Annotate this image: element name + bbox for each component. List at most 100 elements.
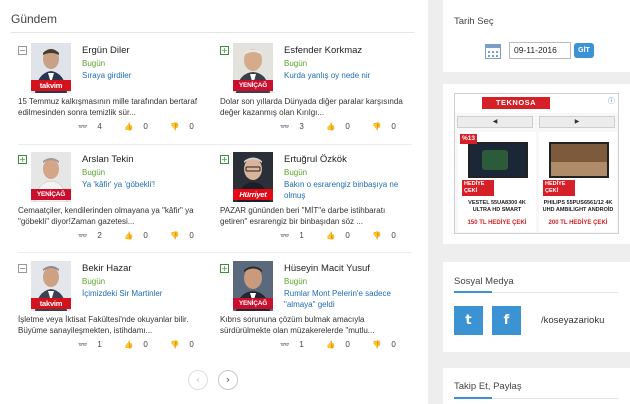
view-count: 1 [97,340,102,349]
ad-product-card[interactable]: HEDİYE ÇEKİ PHILIPS 55PUS6561/12 4K UHD … [539,132,617,232]
teknosa-logo[interactable]: TEKNOSA [482,97,550,109]
article-stats: 👓 2 👍 0 👎 0 [78,231,214,240]
thumbs-down-icon[interactable]: 👎 [372,122,381,131]
thumbs-down-icon[interactable]: 👎 [170,122,179,131]
ad-info-icon[interactable]: ⓘ [608,96,615,106]
expand-icon[interactable]: + [220,46,229,55]
dislike-count: 0 [189,122,194,131]
like-count: 0 [143,231,148,240]
dislike-count: 0 [189,231,194,240]
ad-product-card[interactable]: %13 HEDİYE ÇEKİ VESTEL 55UA8300 4K ULTRA… [458,132,536,232]
dislike-count: 0 [189,340,194,349]
expand-icon[interactable]: + [220,264,229,273]
view-count: 1 [299,340,304,349]
thumbs-up-icon[interactable]: 👍 [124,122,133,131]
view-count: 2 [97,231,102,240]
product-name: PHILIPS 55PUS6561/12 4K UHD AMBILIGHT AN… [542,200,614,213]
publish-date: Bugün [284,277,308,286]
article-summary: Kıbrıs sorununa çözüm bulmak amacıyla sü… [220,315,375,335]
section-title: Gündem [11,12,58,26]
newspaper-logo: YENİÇAĞ [31,189,71,200]
product-offer: 200 TL HEDİYE ÇEKİ [548,220,608,226]
columnist-card[interactable]: − takvim Ergün Diler Bugün Sıraya girdil… [18,43,210,143]
ad-prev-arrow[interactable]: ◀ [457,116,533,128]
like-count: 0 [143,122,148,131]
ad-header: TEKNOSA ⓘ [455,94,618,113]
publish-date: Bugün [82,277,106,286]
article-stats: 👓 1 👍 0 👎 0 [78,340,214,349]
newspaper-logo: takvim [31,298,71,309]
calendar-icon[interactable] [485,44,501,59]
columnist-card[interactable]: + YENİÇAĞ Hüseyin Macit Yusuf Bugün Ruml… [220,261,412,361]
dislike-count: 0 [391,231,396,240]
thumbs-up-icon[interactable]: 👍 [124,340,133,349]
author-name[interactable]: Esfender Korkmaz [284,45,362,56]
gift-voucher-badge: HEDİYE ÇEKİ [462,180,494,196]
thumbs-up-icon[interactable]: 👍 [326,231,335,240]
columnist-card[interactable]: − takvim Bekir Hazar Bugün İçimizdeki Si… [18,261,210,361]
article-headline[interactable]: Bakın o esrarengiz binbaşıya ne olmuş [284,179,410,201]
author-name[interactable]: Arslan Tekin [82,154,134,165]
thumbs-down-icon[interactable]: 👎 [170,231,179,240]
collapse-icon[interactable]: − [18,264,27,273]
pager-prev-button[interactable]: ‹ [188,370,208,390]
article-summary: PAZAR gününden beri "MİT"e darbe istihba… [220,206,386,226]
social-handle[interactable]: /koseyazarioku [541,315,604,326]
expand-icon[interactable]: + [18,155,27,164]
article-headline[interactable]: İçimizdeki Sir Martinler [82,288,208,299]
article-summary: İşletme veya İktisat Fakültesi'nde okuya… [18,315,189,335]
views-icon: 👓 [280,340,290,349]
like-count: 0 [345,231,350,240]
views-icon: 👓 [280,231,290,240]
ad-panel: TEKNOSA ⓘ ◀ ▶ %13 HEDİYE ÇEKİ VESTEL 55U… [443,84,630,244]
thumbs-up-icon[interactable]: 👍 [124,231,133,240]
go-button[interactable]: GİT [574,43,594,58]
view-count: 4 [97,122,102,131]
social-media-panel: Sosyal Medya t f /koseyazarioku [443,262,630,352]
row-divider [18,252,412,253]
product-name: VESTEL 55UA8300 4K ULTRA HD SMART [468,200,526,213]
twitter-icon[interactable]: t [454,306,483,335]
article-summary: Dolar son yıllarda Dünyada diğer paralar… [220,97,403,117]
views-icon: 👓 [280,122,290,131]
author-name[interactable]: Ertuğrul Özkök [284,154,347,165]
columnist-card[interactable]: + Hürriyet Ertuğrul Özkök Bugün Bakın o … [220,152,412,252]
article-stats: 👓 1 👍 0 👎 0 [280,231,416,240]
dislike-count: 0 [391,340,396,349]
article-headline[interactable]: Kurda yanlış oy nede nir [284,70,410,81]
pager-next-button[interactable]: › [218,370,238,390]
title-accent [454,291,492,293]
tv-image [549,142,609,178]
author-name[interactable]: Hüseyin Macit Yusuf [284,263,370,274]
expand-icon[interactable]: + [220,155,229,164]
view-count: 3 [299,122,304,131]
date-input[interactable]: 09-11-2016 [509,42,571,59]
views-icon: 👓 [78,231,88,240]
views-icon: 👓 [78,122,88,131]
columnist-card[interactable]: + YENİÇAĞ Esfender Korkmaz Bugün Kurda y… [220,43,412,143]
columnist-card[interactable]: + YENİÇAĞ Arslan Tekin Bugün Ya 'kâfir' … [18,152,210,252]
author-name[interactable]: Bekir Hazar [82,263,132,274]
thumbs-down-icon[interactable]: 👎 [170,340,179,349]
newspaper-logo: YENİÇAĞ [233,80,273,91]
date-picker-title: Tarih Seç [454,16,494,27]
thumbs-down-icon[interactable]: 👎 [372,231,381,240]
thumbs-down-icon[interactable]: 👎 [372,340,381,349]
thumbs-up-icon[interactable]: 👍 [326,122,335,131]
ad-next-arrow[interactable]: ▶ [539,116,615,128]
article-headline[interactable]: Rumlar Mont Pelerin'e sadece "almaya" ge… [284,288,410,310]
advertisement-banner[interactable]: TEKNOSA ⓘ ◀ ▶ %13 HEDİYE ÇEKİ VESTEL 55U… [454,93,619,234]
follow-share-title: Takip Et, Paylaş [454,381,522,392]
date-picker-panel: Tarih Seç 09-11-2016 GİT [443,0,630,72]
article-headline[interactable]: Ya 'kâfir' ya 'göbekli'! [82,179,208,190]
facebook-icon[interactable]: f [492,306,521,335]
publish-date: Bugün [82,59,106,68]
like-count: 0 [143,340,148,349]
like-count: 0 [345,340,350,349]
article-headline[interactable]: Sıraya girdiler [82,70,208,81]
title-divider [11,32,414,33]
newspaper-logo: YENİÇAĞ [233,298,273,309]
author-name[interactable]: Ergün Diler [82,45,130,56]
collapse-icon[interactable]: − [18,46,27,55]
thumbs-up-icon[interactable]: 👍 [326,340,335,349]
